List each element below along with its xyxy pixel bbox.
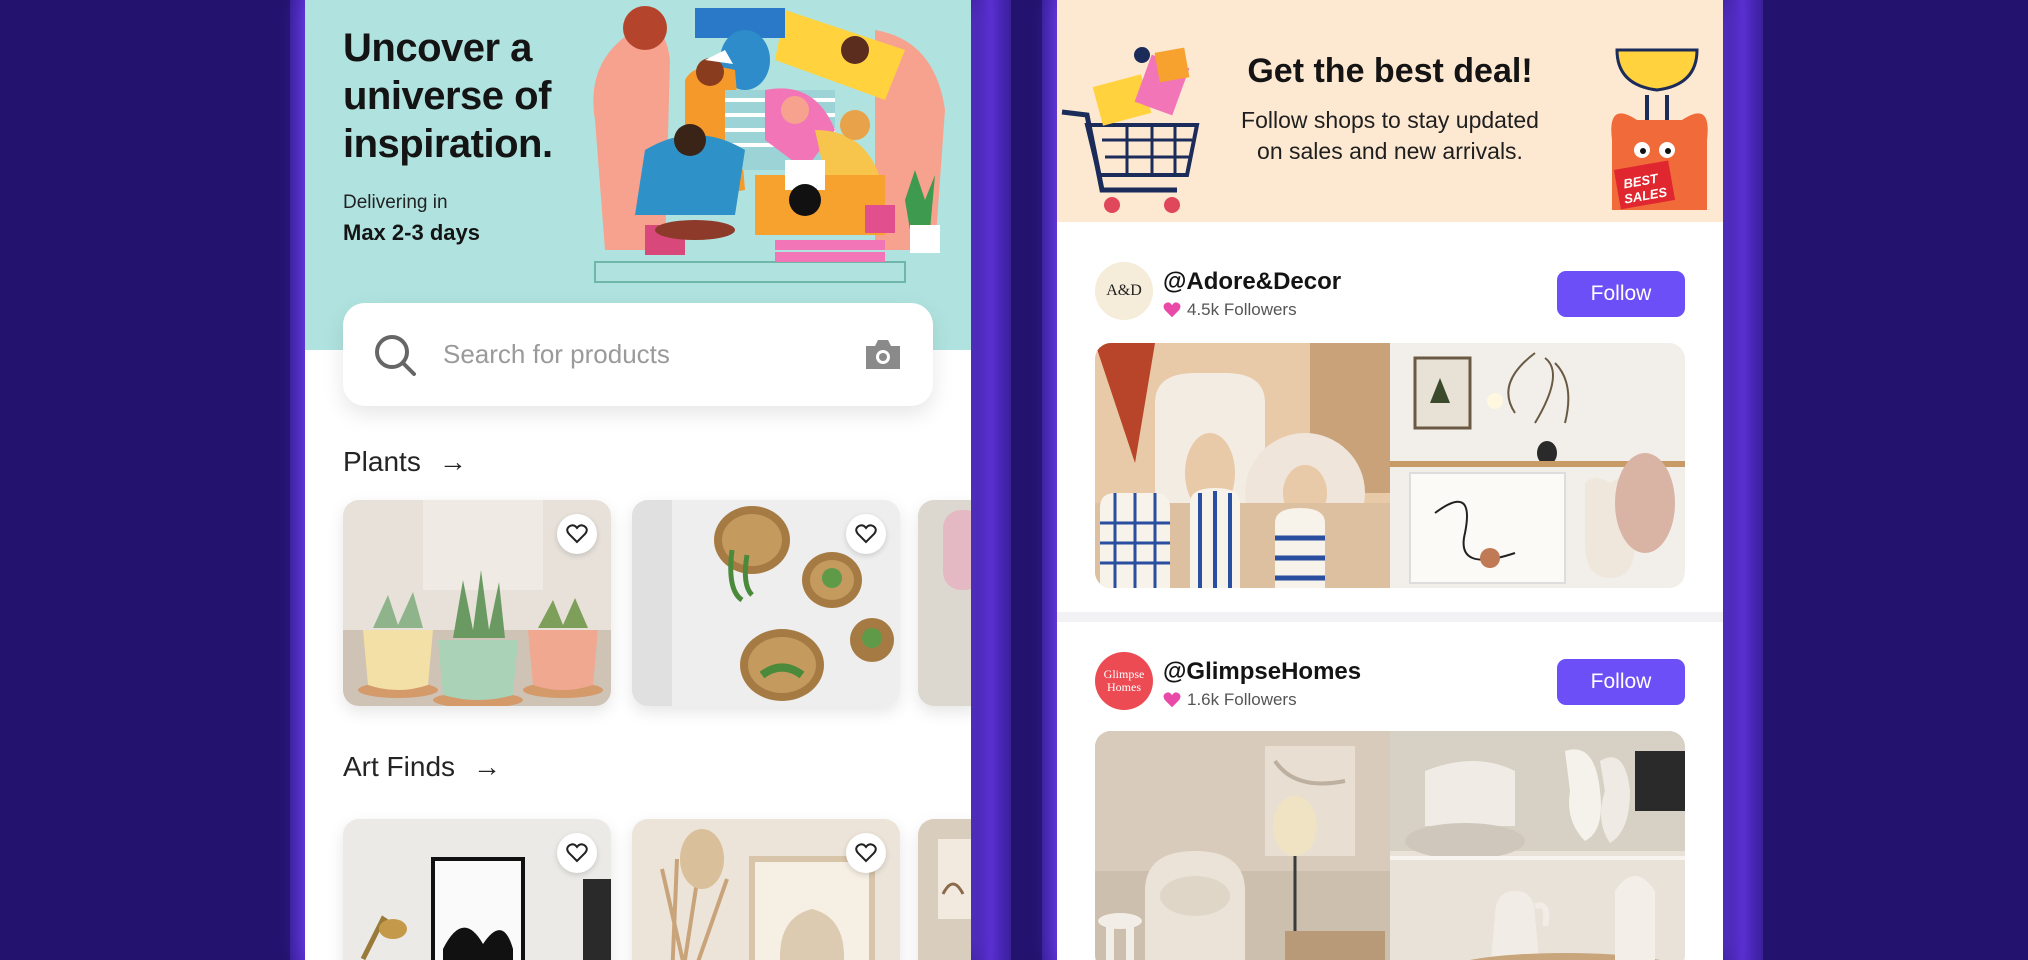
favorite-button[interactable] <box>846 514 886 554</box>
shop-card: Glimpse Homes @GlimpseHomes 1.6k Followe… <box>1057 640 1723 960</box>
explore-screen: Uncover a universe of inspiration. Deliv… <box>305 0 971 960</box>
shop-gallery-images <box>1095 343 1685 588</box>
followers-text: 4.5k Followers <box>1187 300 1297 319</box>
search-input[interactable]: Search for products <box>443 339 670 370</box>
hero-title: Uncover a universe of inspiration. <box>343 26 553 166</box>
shop-gallery-images <box>1095 731 1685 960</box>
shop-gallery <box>1095 731 1685 960</box>
product-card[interactable] <box>632 819 900 960</box>
section-title: Plants <box>343 446 421 477</box>
favorite-button[interactable] <box>557 833 597 873</box>
heart-icon <box>855 843 877 863</box>
follow-button[interactable]: Follow <box>1557 271 1685 317</box>
avatar[interactable]: Glimpse Homes <box>1095 652 1153 710</box>
deal-banner: Get the best deal! Follow shops to stay … <box>1057 0 1723 222</box>
heart-icon <box>1163 692 1181 708</box>
followers-text: 1.6k Followers <box>1187 690 1297 709</box>
avatar[interactable]: A&D <box>1095 262 1153 320</box>
delivery-value: Max 2-3 days <box>343 220 480 245</box>
camera-icon[interactable] <box>863 337 903 371</box>
section-title: Art Finds <box>343 751 456 782</box>
section-plants[interactable]: Plants → <box>343 446 467 478</box>
sale-bag-illustration: BEST SALES <box>1611 48 1708 210</box>
favorite-button[interactable] <box>557 514 597 554</box>
product-card[interactable] <box>343 819 611 960</box>
delivery-label: Delivering in <box>343 192 448 213</box>
product-card[interactable] <box>918 819 971 960</box>
product-image <box>918 500 971 706</box>
search-icon <box>375 335 416 376</box>
shop-handle[interactable]: @Adore&Decor <box>1163 268 1341 296</box>
heart-icon <box>566 524 588 544</box>
favorite-button[interactable] <box>846 833 886 873</box>
shop-card: A&D @Adore&Decor 4.5k Followers Follow <box>1057 252 1723 592</box>
search-bar[interactable]: Search for products <box>343 303 933 406</box>
followers-count: 4.5k Followers <box>1163 300 1297 320</box>
shop-gallery <box>1095 343 1685 588</box>
banner-subtitle: Follow shops to stay updated on sales an… <box>1241 107 1539 164</box>
hero-banner: Uncover a universe of inspiration. Deliv… <box>305 0 971 350</box>
product-image <box>918 819 971 960</box>
heart-icon <box>566 843 588 863</box>
product-card[interactable] <box>343 500 611 706</box>
shoppers-illustration <box>593 6 945 283</box>
follow-button[interactable]: Follow <box>1557 659 1685 705</box>
product-card[interactable] <box>632 500 900 706</box>
arrow-right-icon[interactable]: → <box>439 446 467 478</box>
section-art-finds[interactable]: Art Finds → <box>343 751 501 783</box>
background-glow <box>971 0 1011 960</box>
arrow-right-icon[interactable]: → <box>473 751 501 783</box>
shop-handle[interactable]: @GlimpseHomes <box>1163 658 1361 686</box>
divider <box>1057 612 1723 622</box>
followers-count: 1.6k Followers <box>1163 690 1297 710</box>
product-card[interactable] <box>918 500 971 706</box>
shops-screen: Get the best deal! Follow shops to stay … <box>1057 0 1723 960</box>
heart-icon <box>855 524 877 544</box>
background-glow <box>1723 0 1763 960</box>
heart-icon <box>1163 302 1181 318</box>
